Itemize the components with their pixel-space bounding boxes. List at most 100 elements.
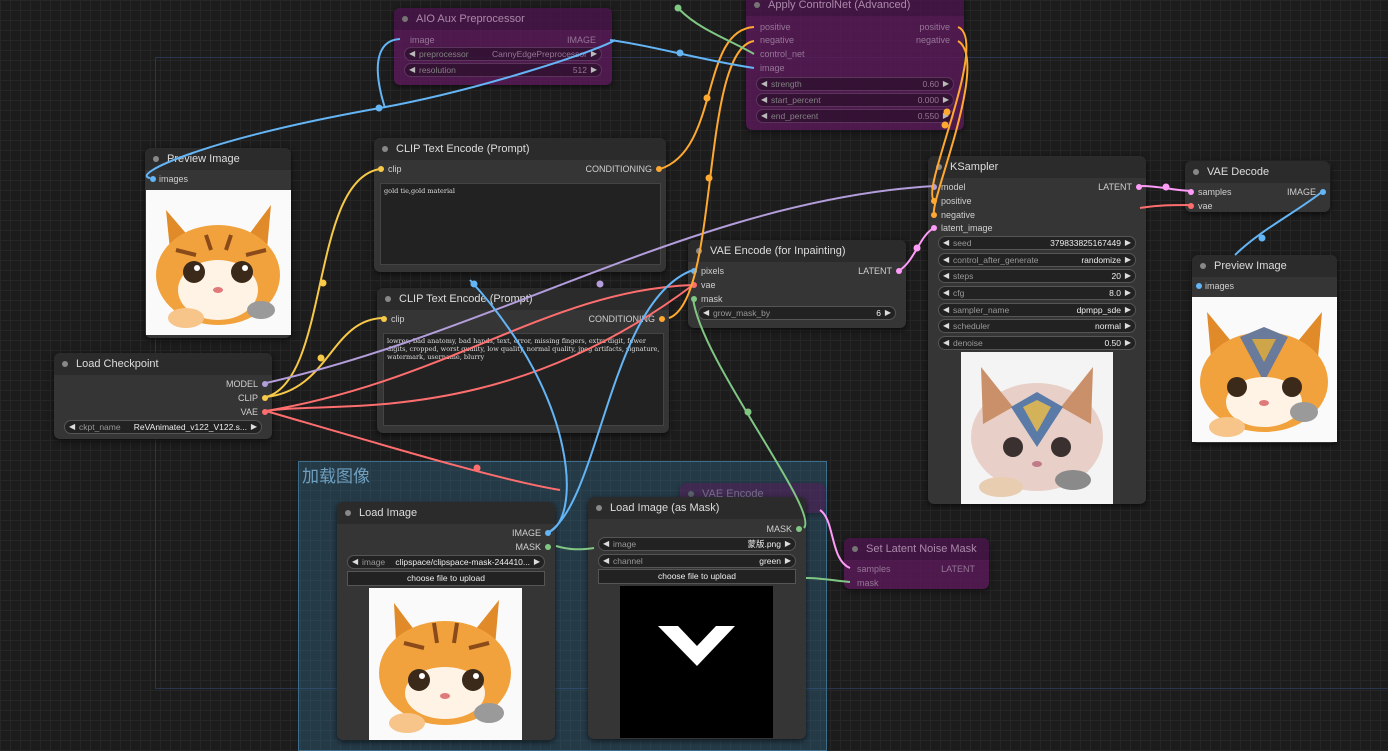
collapse-dot-icon[interactable] [852, 546, 858, 552]
input-dot-icon[interactable] [150, 176, 156, 182]
ksampler-preview-image[interactable] [961, 352, 1113, 504]
input-dot-icon[interactable] [931, 198, 937, 204]
output-image[interactable]: IMAGE [1287, 186, 1316, 198]
input-control-net[interactable]: control_net [760, 48, 805, 60]
node-title[interactable]: AIO Aux Preprocessor [394, 8, 612, 30]
collapse-dot-icon[interactable] [936, 164, 942, 170]
prompt-textarea[interactable]: gold tie,gold material [380, 183, 661, 265]
input-dot-icon[interactable] [1196, 283, 1202, 289]
output-mask[interactable]: MASK [515, 541, 541, 553]
input-image[interactable]: image [410, 34, 435, 46]
node-preview-image-1[interactable]: Preview Image images [145, 148, 291, 338]
input-latent-image[interactable]: latent_image [941, 222, 993, 234]
input-negative[interactable]: negative [760, 34, 794, 46]
decrement-arrow-icon[interactable]: ◀ [603, 538, 609, 550]
widget-sampler-name[interactable]: ◀ sampler_name dpmpp_sde ▶ [938, 303, 1136, 317]
input-dot-icon[interactable] [931, 225, 937, 231]
increment-arrow-icon[interactable]: ▶ [1125, 337, 1131, 349]
node-load-checkpoint[interactable]: Load Checkpoint MODEL CLIP VAE ◀ ckpt_nam… [54, 353, 272, 439]
output-image[interactable]: IMAGE [567, 34, 596, 46]
collapse-dot-icon[interactable] [696, 248, 702, 254]
collapse-dot-icon[interactable] [382, 146, 388, 152]
input-dot-icon[interactable] [931, 212, 937, 218]
input-dot-icon[interactable] [1188, 189, 1194, 195]
widget-grow-mask-by[interactable]: ◀ grow_mask_by 6 ▶ [698, 306, 896, 320]
increment-arrow-icon[interactable]: ▶ [1125, 270, 1131, 282]
input-positive[interactable]: positive [941, 195, 972, 207]
input-clip[interactable]: clip [388, 163, 402, 175]
input-dot-icon[interactable] [691, 282, 697, 288]
collapse-dot-icon[interactable] [402, 16, 408, 22]
decrement-arrow-icon[interactable]: ◀ [69, 421, 75, 433]
upload-button[interactable]: choose file to upload [347, 571, 545, 586]
node-title[interactable]: Load Image (as Mask) [588, 497, 806, 519]
output-dot-icon[interactable] [896, 268, 902, 274]
input-vae[interactable]: vae [1198, 200, 1213, 212]
node-load-image[interactable]: Load Image IMAGE MASK ◀ image clipspace/cl… [337, 502, 555, 740]
input-mask[interactable]: mask [857, 577, 879, 589]
node-apply-controlnet[interactable]: Apply ControlNet (Advanced) positive neg… [746, 0, 964, 130]
prompt-textarea[interactable]: lowres, bad anatomy, bad hands, text, er… [383, 333, 664, 426]
increment-arrow-icon[interactable]: ▶ [943, 110, 949, 122]
widget-strength[interactable]: ◀ strength 0.60 ▶ [756, 77, 954, 91]
output-vae[interactable]: VAE [241, 406, 258, 418]
increment-arrow-icon[interactable]: ▶ [785, 538, 791, 550]
node-preview-image-2[interactable]: Preview Image images [1192, 255, 1337, 443]
widget-control-after-generate[interactable]: ◀ control_after_generate randomize ▶ [938, 253, 1136, 267]
increment-arrow-icon[interactable]: ▶ [1125, 254, 1131, 266]
collapse-dot-icon[interactable] [1200, 263, 1206, 269]
output-dot-icon[interactable] [1136, 184, 1142, 190]
input-image[interactable]: image [760, 62, 785, 74]
input-dot-icon[interactable] [381, 316, 387, 322]
node-title[interactable]: KSampler [928, 156, 1146, 178]
output-conditioning[interactable]: CONDITIONING [586, 163, 653, 175]
node-title[interactable]: Preview Image [1192, 255, 1337, 277]
collapse-dot-icon[interactable] [596, 505, 602, 511]
decrement-arrow-icon[interactable]: ◀ [943, 287, 949, 299]
decrement-arrow-icon[interactable]: ◀ [603, 555, 609, 567]
increment-arrow-icon[interactable]: ▶ [785, 555, 791, 567]
output-dot-icon[interactable] [545, 530, 551, 536]
widget-scheduler[interactable]: ◀ scheduler normal ▶ [938, 319, 1136, 333]
input-dot-icon[interactable] [691, 296, 697, 302]
decrement-arrow-icon[interactable]: ◀ [761, 78, 767, 90]
input-samples[interactable]: samples [857, 563, 891, 575]
decrement-arrow-icon[interactable]: ◀ [352, 556, 358, 568]
node-clip-text-encode-positive[interactable]: CLIP Text Encode (Prompt) clip CONDITION… [374, 138, 666, 272]
widget-ckpt-name[interactable]: ◀ ckpt_name ReVAnimated_v122_V122.s... ▶ [64, 420, 262, 434]
decrement-arrow-icon[interactable]: ◀ [943, 254, 949, 266]
node-title[interactable]: Load Checkpoint [54, 353, 272, 375]
decrement-arrow-icon[interactable]: ◀ [703, 307, 709, 319]
widget-resolution[interactable]: ◀ resolution 512 ▶ [404, 63, 602, 77]
input-pixels[interactable]: pixels [701, 265, 724, 277]
increment-arrow-icon[interactable]: ▶ [885, 307, 891, 319]
increment-arrow-icon[interactable]: ▶ [1125, 287, 1131, 299]
decrement-arrow-icon[interactable]: ◀ [761, 94, 767, 106]
node-aio-aux-preprocessor[interactable]: AIO Aux Preprocessor image IMAGE ◀ prepr… [394, 8, 612, 85]
node-title[interactable]: CLIP Text Encode (Prompt) [374, 138, 666, 160]
node-title[interactable]: Apply ControlNet (Advanced) [746, 0, 964, 16]
input-images[interactable]: images [1205, 280, 1234, 292]
collapse-dot-icon[interactable] [385, 296, 391, 302]
upload-button[interactable]: choose file to upload [598, 569, 796, 584]
widget-image-select[interactable]: ◀ image clipspace/clipspace-mask-244410...… [347, 555, 545, 569]
increment-arrow-icon[interactable]: ▶ [943, 78, 949, 90]
preview-image-result[interactable] [1192, 297, 1337, 442]
increment-arrow-icon[interactable]: ▶ [1125, 304, 1131, 316]
output-conditioning[interactable]: CONDITIONING [589, 313, 656, 325]
widget-denoise[interactable]: ◀ denoise 0.50 ▶ [938, 336, 1136, 350]
node-title[interactable]: VAE Encode (for Inpainting) [688, 240, 906, 262]
increment-arrow-icon[interactable]: ▶ [943, 94, 949, 106]
collapse-dot-icon[interactable] [754, 2, 760, 8]
input-dot-icon[interactable] [931, 184, 937, 190]
node-vae-encode-inpainting[interactable]: VAE Encode (for Inpainting) pixels vae m… [688, 240, 906, 328]
widget-image-select[interactable]: ◀ image 蒙版.png ▶ [598, 537, 796, 551]
input-dot-icon[interactable] [1188, 203, 1194, 209]
collapse-dot-icon[interactable] [345, 510, 351, 516]
input-vae[interactable]: vae [701, 279, 716, 291]
output-latent[interactable]: LATENT [1098, 181, 1132, 193]
input-images[interactable]: images [159, 173, 188, 185]
output-dot-icon[interactable] [1320, 189, 1326, 195]
output-dot-icon[interactable] [262, 381, 268, 387]
decrement-arrow-icon[interactable]: ◀ [943, 304, 949, 316]
